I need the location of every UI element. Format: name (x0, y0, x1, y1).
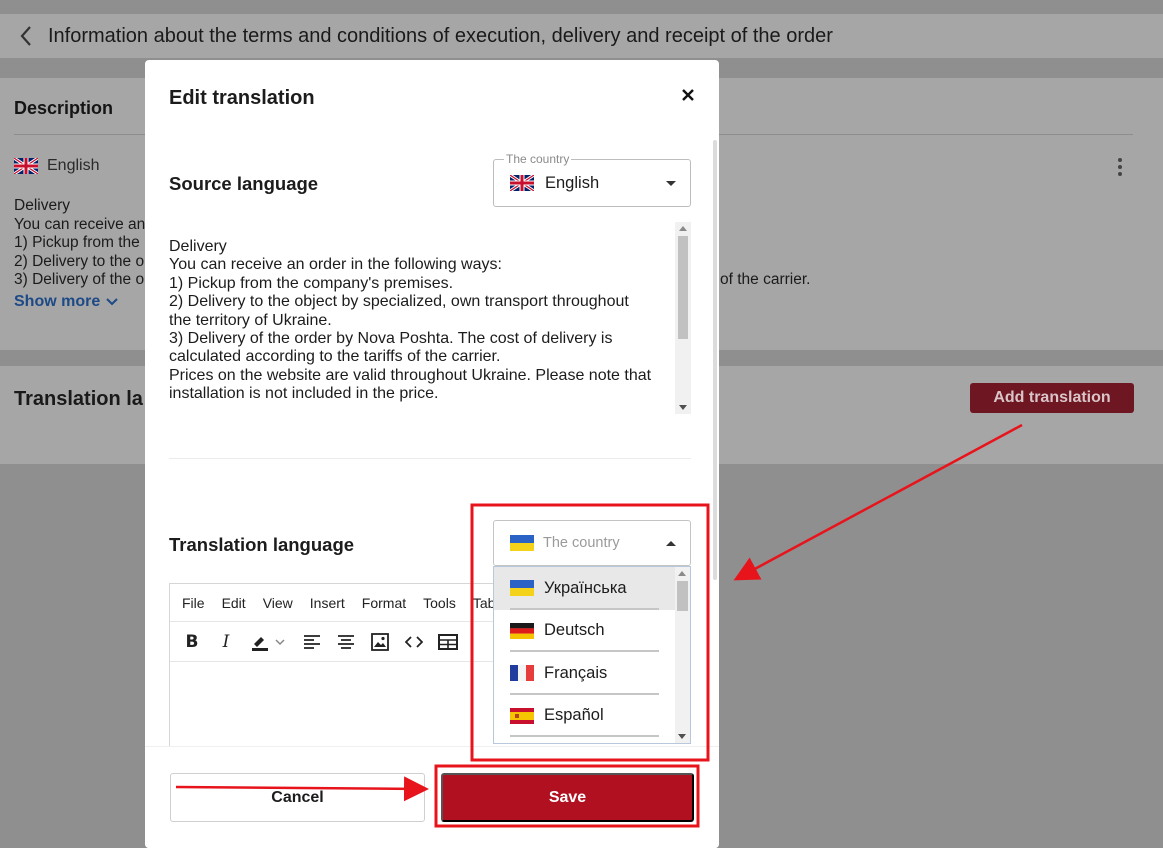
align-left-icon[interactable] (302, 632, 322, 652)
language-option-french[interactable]: Français (494, 652, 690, 695)
de-flag-icon (510, 622, 534, 639)
add-translation-button[interactable]: Add translation (970, 383, 1134, 413)
chevron-down-icon (106, 298, 118, 306)
source-text-line: You can receive an order in the followin… (169, 256, 502, 274)
cancel-button[interactable]: Cancel (170, 773, 425, 822)
source-language-label: Source language (169, 173, 319, 194)
table-icon[interactable] (438, 632, 458, 652)
modal-footer: Cancel Save (145, 746, 719, 848)
scroll-up-icon[interactable] (678, 571, 686, 576)
source-text-line: Delivery (169, 238, 227, 255)
language-option-spanish[interactable]: Español (494, 695, 690, 738)
page-title: Information about the terms and conditio… (48, 24, 833, 47)
show-more-link[interactable]: Show more (14, 293, 118, 311)
menu-format[interactable]: Format (362, 595, 406, 611)
source-text-line: 2) Delivery to the object by specialized… (169, 293, 629, 311)
editor-toolbar: B I (170, 622, 499, 662)
scroll-down-icon[interactable] (679, 405, 687, 410)
translation-language-label: Translation language (169, 534, 355, 555)
uk-flag-icon (510, 175, 534, 191)
es-flag-icon (510, 707, 534, 724)
source-text-line: calculated according to the tariffs of t… (169, 348, 501, 366)
language-option-ukrainian[interactable]: Українська (494, 567, 690, 610)
source-language-select[interactable]: The country English (493, 152, 691, 207)
ua-flag-icon (510, 580, 534, 597)
translation-languages-heading: Translation la (14, 388, 143, 410)
language-option-label: Deutsch (544, 621, 605, 640)
menu-tools[interactable]: Tools (423, 595, 456, 611)
modal-title: Edit translation (169, 87, 315, 109)
source-text-line: 1) Pickup from the company's premises. (169, 274, 454, 292)
translation-select-placeholder: The country (543, 535, 620, 551)
rich-text-editor[interactable]: File Edit View Insert Format Tools Table… (169, 583, 499, 753)
image-icon[interactable] (370, 632, 390, 652)
source-text-line: installation is not included in the pric… (169, 385, 439, 403)
description-language: English (14, 157, 99, 175)
bold-icon[interactable]: B (182, 632, 202, 652)
menu-insert[interactable]: Insert (310, 595, 345, 611)
scroll-thumb[interactable] (678, 236, 688, 339)
source-text-line: the territory of Ukraine. (169, 311, 332, 329)
language-option-label: Español (544, 706, 604, 725)
language-dropdown-list: Українська Deutsch Français Español (493, 566, 691, 744)
highlight-icon[interactable] (250, 632, 288, 652)
source-language-value: English (545, 173, 600, 192)
back-arrow-icon[interactable] (14, 24, 38, 48)
menu-view[interactable]: View (263, 595, 293, 611)
language-option-german[interactable]: Deutsch (494, 610, 690, 653)
dropdown-scrollbar[interactable] (675, 567, 690, 743)
caret-down-icon (666, 181, 676, 186)
source-text-line: Prices on the website are valid througho… (169, 366, 652, 384)
section-divider (169, 458, 691, 459)
language-option-label: Français (544, 663, 608, 682)
page-header: Information about the terms and conditio… (0, 14, 1163, 58)
description-line-tail: of the carrier. (720, 271, 811, 288)
scroll-thumb[interactable] (677, 581, 688, 611)
show-more-label: Show more (14, 293, 101, 310)
menu-file[interactable]: File (182, 595, 205, 611)
save-button[interactable]: Save (441, 773, 694, 822)
ua-flag-icon (510, 535, 534, 551)
translation-language-select[interactable]: The country (493, 520, 691, 566)
modal-scrollbar[interactable] (713, 140, 717, 580)
editor-menubar: File Edit View Insert Format Tools Table (170, 584, 499, 622)
code-icon[interactable] (404, 632, 424, 652)
menu-edit[interactable]: Edit (222, 595, 246, 611)
close-icon[interactable] (679, 86, 697, 104)
scroll-up-icon[interactable] (679, 226, 687, 231)
source-text-line: 3) Delivery of the order by Nova Poshta.… (169, 330, 613, 348)
more-options-icon[interactable] (1117, 158, 1123, 176)
fr-flag-icon (510, 665, 534, 682)
description-language-label: English (47, 157, 100, 174)
description-heading: Description (14, 98, 114, 118)
align-center-icon[interactable] (336, 632, 356, 652)
source-text-area[interactable]: Delivery You can receive an order in the… (169, 238, 669, 413)
uk-flag-icon (14, 158, 38, 174)
caret-up-icon (666, 541, 676, 546)
language-option-label: Українська (544, 578, 627, 597)
italic-icon[interactable]: I (216, 632, 236, 652)
edit-translation-modal: Edit translation Source language The cou… (145, 60, 719, 848)
source-text-scrollbar[interactable] (675, 222, 691, 414)
scroll-down-icon[interactable] (678, 734, 686, 739)
select-legend: The country (504, 152, 572, 166)
